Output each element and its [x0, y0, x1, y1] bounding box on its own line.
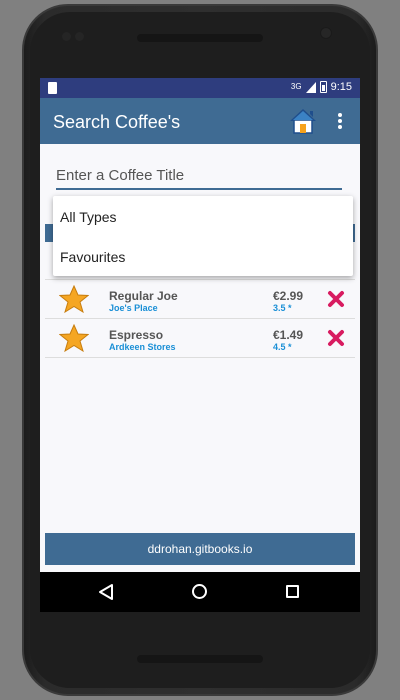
coffee-shop: Ardkeen Stores — [109, 342, 176, 352]
app-screen: 3G 9:15 Search Coffee's Regu — [40, 78, 360, 612]
app-title: Search Coffee's — [53, 112, 181, 132]
earpiece-speaker — [137, 34, 263, 42]
dropdown-option-favourites[interactable]: Favourites — [60, 249, 125, 265]
coffee-price: €1.49 — [273, 328, 304, 342]
delete-icon[interactable] — [327, 290, 345, 308]
table-row[interactable]: Regular Joe Joe's Place €2.99 3.5 * — [45, 280, 355, 319]
android-nav-bar — [40, 572, 360, 612]
type-dropdown-menu: All Types Favourites — [53, 196, 353, 276]
dropdown-option-all-types[interactable]: All Types — [60, 209, 117, 225]
home-icon[interactable] — [288, 106, 318, 136]
status-time: 9:15 — [330, 81, 352, 93]
status-bar: 3G 9:15 — [40, 78, 360, 98]
battery-icon — [319, 81, 327, 93]
home-nav-icon[interactable] — [192, 584, 207, 599]
coffee-price: €2.99 — [273, 289, 304, 303]
back-icon[interactable] — [98, 583, 114, 601]
footer-link[interactable]: ddrohan.gitbooks.io — [45, 533, 355, 565]
coffee-name: Regular Joe — [109, 289, 178, 303]
network-type: 3G — [290, 82, 302, 91]
search-input[interactable] — [56, 164, 342, 190]
coffee-rating: 4.5 * — [273, 342, 292, 352]
front-camera — [320, 27, 332, 39]
recents-icon[interactable] — [286, 585, 299, 598]
favourite-star-icon[interactable] — [59, 285, 89, 313]
overflow-menu-icon[interactable] — [334, 110, 346, 132]
favourite-star-icon[interactable] — [59, 324, 89, 352]
coffee-rating: 3.5 * — [273, 303, 292, 313]
app-bar: Search Coffee's — [40, 98, 360, 144]
table-row[interactable]: Espresso Ardkeen Stores €1.49 4.5 * — [45, 319, 355, 358]
bottom-speaker — [137, 655, 263, 663]
sd-card-icon — [48, 82, 57, 94]
coffee-name: Espresso — [109, 328, 164, 342]
signal-icon — [305, 81, 316, 93]
delete-icon[interactable] — [327, 329, 345, 347]
sensor-dots — [62, 28, 96, 41]
coffee-shop: Joe's Place — [109, 303, 158, 313]
status-icons: 3G 9:15 — [291, 81, 352, 93]
